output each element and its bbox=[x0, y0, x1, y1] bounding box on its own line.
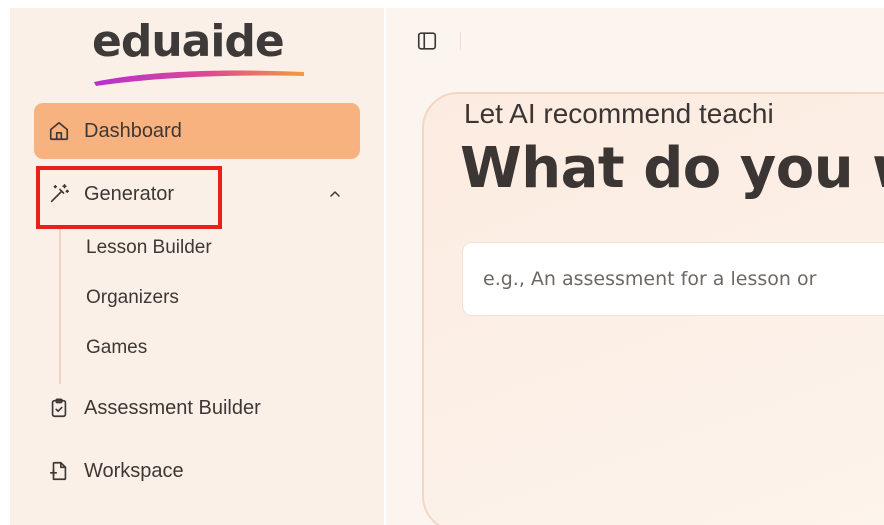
logo[interactable]: eduaide bbox=[92, 16, 312, 86]
file-plus-icon bbox=[48, 460, 70, 482]
card-eyebrow: Let AI recommend teachi bbox=[464, 98, 774, 129]
home-icon bbox=[48, 120, 70, 142]
sidebar-toggle-button[interactable] bbox=[414, 28, 440, 54]
sidebar-toggle-icon bbox=[417, 32, 437, 50]
sidebar-item-label: Dashboard bbox=[84, 119, 182, 142]
main-content: Let AI recommend teachi What do you w e.… bbox=[386, 8, 884, 525]
sidebar-item-dashboard[interactable]: Dashboard bbox=[34, 103, 360, 159]
logo-swoosh-icon bbox=[94, 70, 304, 86]
sidebar-item-label: Workspace bbox=[84, 459, 184, 482]
chevron-up-icon[interactable] bbox=[324, 183, 346, 205]
submenu-item-organizers[interactable]: Organizers bbox=[86, 284, 179, 312]
sidebar-item-label: Generator bbox=[84, 182, 175, 205]
clipboard-check-icon bbox=[48, 397, 70, 419]
sidebar: eduaide Dashboard Generator Lesson Build… bbox=[10, 8, 384, 525]
submenu-item-games[interactable]: Games bbox=[86, 334, 147, 362]
sidebar-item-generator[interactable]: Generator bbox=[34, 166, 360, 222]
submenu-item-lesson-builder[interactable]: Lesson Builder bbox=[86, 234, 212, 262]
sidebar-item-assessment-builder[interactable]: Assessment Builder bbox=[34, 380, 360, 436]
sidebar-item-workspace[interactable]: Workspace bbox=[34, 443, 360, 499]
toolbar-divider bbox=[460, 32, 461, 50]
app-window: eduaide Dashboard Generator Lesson Build… bbox=[0, 0, 884, 525]
prompt-input-placeholder: e.g., An assessment for a lesson or bbox=[483, 268, 817, 290]
card-title: What do you w bbox=[460, 136, 884, 201]
submenu-divider bbox=[59, 226, 61, 384]
sidebar-item-label: Assessment Builder bbox=[84, 396, 261, 419]
magic-wand-icon bbox=[48, 183, 70, 205]
prompt-input[interactable]: e.g., An assessment for a lesson or bbox=[462, 242, 884, 316]
